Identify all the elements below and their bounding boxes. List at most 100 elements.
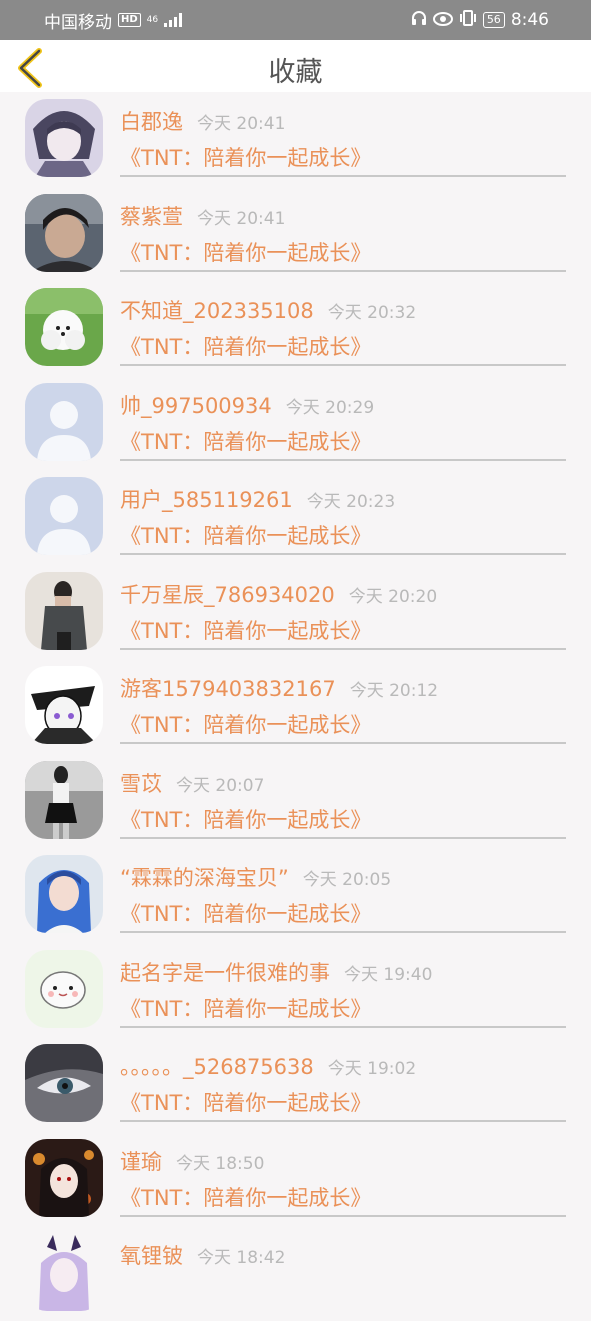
divider <box>120 269 566 272</box>
signal-icon <box>164 13 183 27</box>
user-name[interactable]: “霖霖的深海宝贝” <box>120 866 289 890</box>
work-title[interactable]: 《TNT：陪着你一起成长》 <box>120 331 371 361</box>
name-line: 游客1579403832167 今天 20:12 <box>120 673 438 703</box>
favorite-time: 今天 18:50 <box>176 1153 265 1174</box>
favorite-time: 今天 20:12 <box>349 681 439 701</box>
favorite-item[interactable]: 不知道_202335108 今天 20:32 《TNT：陪着你一起成长》 <box>0 281 591 376</box>
divider <box>120 836 566 839</box>
avatar[interactable] <box>25 193 103 272</box>
avatar[interactable] <box>25 382 103 461</box>
vibrate-icon <box>459 10 477 30</box>
name-line: 雪苡 今天 20:07 <box>120 768 264 798</box>
hd-badge: HD <box>118 13 141 27</box>
user-name[interactable]: 蔡紫萱 <box>120 205 183 229</box>
favorite-item[interactable]: 用户_585119261 今天 20:23 《TNT：陪着你一起成长》 <box>0 470 591 565</box>
name-line: 白郡逸 今天 20:41 <box>120 106 285 136</box>
work-title[interactable]: 《TNT：陪着你一起成长》 <box>120 898 371 928</box>
name-line: 用户_585119261 今天 20:23 <box>120 484 395 514</box>
favorite-time: 今天 19:40 <box>344 964 433 985</box>
divider <box>120 931 566 933</box>
favorites-list: 白郡逸 今天 20:41 《TNT：陪着你一起成长》 蔡紫萱 今天 20:41 《TNT：… <box>0 92 591 1321</box>
work-title[interactable]: 《TNT：陪着你一起成长》 <box>120 237 371 267</box>
avatar[interactable] <box>25 760 103 839</box>
favorite-time: 今天 20:29 <box>285 397 375 418</box>
name-line: 氧锂铍 今天 18:42 <box>120 1240 285 1270</box>
name-line: 起名字是一件很难的事 今天 19:40 <box>120 957 432 987</box>
favorite-time: 今天 20:32 <box>327 303 417 323</box>
favorite-item[interactable]: “霖霖的深海宝贝” 今天 20:05 《TNT：陪着你一起成长》 <box>0 848 591 943</box>
favorite-time: 今天 20:05 <box>302 870 392 890</box>
carrier-label: 中国移动 <box>44 12 112 33</box>
title-bar: 收藏 <box>0 40 591 92</box>
favorite-item[interactable]: 千万星辰_786934020 今天 20:20 《TNT：陪着你一起成长》 <box>0 565 591 660</box>
name-line: 千万星辰_786934020 今天 20:20 <box>120 579 437 609</box>
favorite-item[interactable]: 帅_997500934 今天 20:29 《TNT：陪着你一起成长》 <box>0 376 591 471</box>
status-left: 中国移动 HD 46 <box>44 8 183 33</box>
avatar[interactable] <box>25 949 103 1028</box>
user-name[interactable]: 千万星辰_786934020 <box>120 583 335 607</box>
divider <box>120 175 566 177</box>
avatar[interactable] <box>25 1233 103 1311</box>
work-title[interactable]: 《TNT：陪着你一起成长》 <box>120 1087 371 1117</box>
eye-icon <box>432 11 453 30</box>
work-title[interactable]: 《TNT：陪着你一起成长》 <box>120 520 371 550</box>
divider <box>120 553 566 555</box>
status-right: 56 8:46 <box>411 10 549 30</box>
work-title[interactable]: 《TNT：陪着你一起成长》 <box>120 426 371 456</box>
work-title[interactable]: 《TNT：陪着你一起成长》 <box>120 615 371 645</box>
favorite-item[interactable]: 雪苡 今天 20:07 《TNT：陪着你一起成长》 <box>0 754 591 849</box>
divider <box>120 364 566 366</box>
network-label: 46 <box>146 14 159 25</box>
favorite-time: 今天 19:02 <box>327 1059 417 1079</box>
name-line: 蔡紫萱 今天 20:41 <box>120 201 285 231</box>
avatar[interactable] <box>25 855 103 933</box>
name-line: “霖霖的深海宝贝” 今天 20:05 <box>120 862 391 892</box>
user-name[interactable]: 不知道_202335108 <box>120 299 314 323</box>
user-name[interactable]: 游客1579403832167 <box>120 677 336 701</box>
favorite-item[interactable]: 氧锂铍 今天 18:42 <box>0 1226 591 1321</box>
user-name[interactable]: 。。。。。_526875638 <box>120 1055 314 1079</box>
avatar[interactable] <box>25 666 103 744</box>
avatar[interactable] <box>25 1138 103 1217</box>
favorite-time: 今天 20:41 <box>197 208 286 229</box>
avatar[interactable] <box>25 288 103 366</box>
favorite-item[interactable]: 谨瑜 今天 18:50 《TNT：陪着你一起成长》 <box>0 1132 591 1227</box>
divider <box>120 458 566 461</box>
user-name[interactable]: 起名字是一件很难的事 <box>120 961 330 985</box>
favorite-item[interactable]: 蔡紫萱 今天 20:41 《TNT：陪着你一起成长》 <box>0 187 591 282</box>
divider <box>120 1025 566 1028</box>
favorite-item[interactable]: 起名字是一件很难的事 今天 19:40 《TNT：陪着你一起成长》 <box>0 943 591 1038</box>
user-name[interactable]: 谨瑜 <box>120 1150 162 1174</box>
favorite-time: 今天 20:07 <box>176 775 265 796</box>
divider <box>120 1214 566 1217</box>
divider <box>120 1120 566 1122</box>
work-title[interactable]: 《TNT：陪着你一起成长》 <box>120 993 371 1023</box>
divider <box>120 742 566 744</box>
user-name[interactable]: 帅_997500934 <box>120 394 272 418</box>
name-line: 帅_997500934 今天 20:29 <box>120 390 374 420</box>
work-title[interactable]: 《TNT：陪着你一起成长》 <box>120 142 371 172</box>
avatar[interactable] <box>25 1044 103 1122</box>
avatar[interactable] <box>25 99 103 177</box>
favorite-item[interactable]: 白郡逸 今天 20:41 《TNT：陪着你一起成长》 <box>0 92 591 187</box>
battery-icon: 56 <box>482 12 505 28</box>
avatar[interactable] <box>25 477 103 555</box>
status-bar: 中国移动 HD 46 56 8:46 <box>0 0 591 40</box>
name-line: 不知道_202335108 今天 20:32 <box>120 295 416 325</box>
work-title[interactable]: 《TNT：陪着你一起成长》 <box>120 709 371 739</box>
avatar[interactable] <box>25 571 103 650</box>
user-name[interactable]: 白郡逸 <box>120 110 183 134</box>
favorite-time: 今天 20:41 <box>197 114 286 134</box>
favorite-time: 今天 20:23 <box>306 492 396 512</box>
user-name[interactable]: 氧锂铍 <box>120 1244 183 1268</box>
favorite-time: 今天 18:42 <box>197 1248 286 1268</box>
work-title[interactable]: 《TNT：陪着你一起成长》 <box>120 804 371 834</box>
divider <box>120 647 566 650</box>
work-title[interactable]: 《TNT：陪着你一起成长》 <box>120 1182 371 1212</box>
favorite-item[interactable]: 游客1579403832167 今天 20:12 《TNT：陪着你一起成长》 <box>0 659 591 754</box>
favorite-item[interactable]: 。。。。。_526875638 今天 19:02 《TNT：陪着你一起成长》 <box>0 1037 591 1132</box>
user-name[interactable]: 用户_585119261 <box>120 488 293 512</box>
user-name[interactable]: 雪苡 <box>120 772 162 796</box>
favorite-time: 今天 20:20 <box>348 586 438 607</box>
clock: 8:46 <box>510 10 549 30</box>
